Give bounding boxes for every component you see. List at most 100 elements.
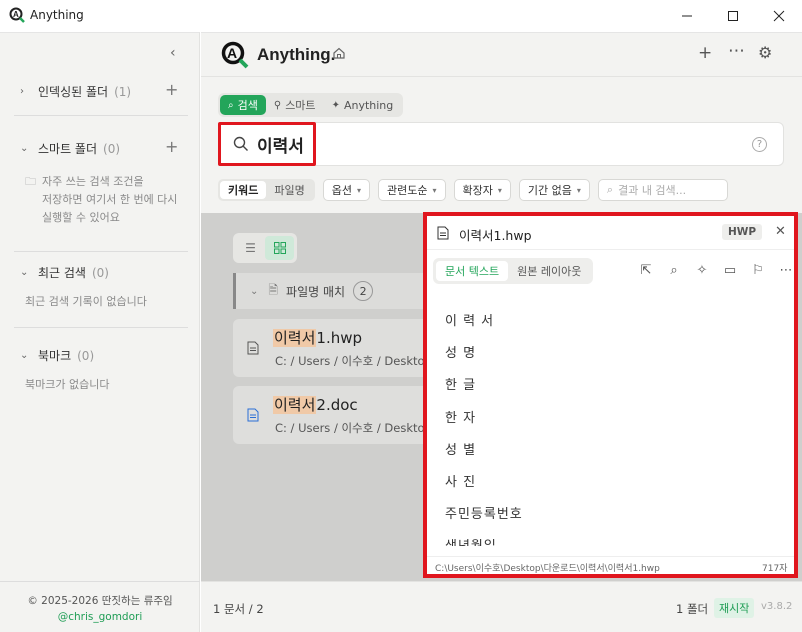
extension-dropdown[interactable]: 확장자 ▾	[453, 179, 511, 201]
comment-icon[interactable]: ▭	[716, 263, 744, 278]
logo-text: Anything.	[257, 45, 336, 64]
within-placeholder: 결과 내 검색...	[618, 184, 687, 197]
chevron-down-icon: ▾	[576, 185, 581, 195]
options-dropdown[interactable]: 옵션 ▾	[322, 179, 371, 201]
folder-count: 1 폴더	[676, 602, 709, 616]
sidebar-section-recent-searches[interactable]: ⌄ 최근 검색 (0)	[20, 264, 109, 281]
file-path: C: / Users / 이수호 / Deskto	[275, 354, 425, 368]
match-type-toggle: 키워드 파일명	[218, 179, 315, 201]
hint-line: 저장하면 여기서 한 번에 다시	[42, 193, 178, 206]
section-count: (1)	[114, 84, 132, 99]
chevron-down-icon: ⌄	[20, 350, 29, 361]
preview-text: 이 력 서 성 명 한 글 한 자 성 별 사 진 주민등록번호 생년월일	[445, 306, 775, 546]
app-logo-icon: A	[9, 7, 25, 23]
bookmark-empty-text: 북마크가 없습니다	[25, 378, 110, 391]
sparkle-icon[interactable]: ✧	[688, 263, 716, 278]
maximize-button[interactable]	[710, 0, 756, 32]
divider	[201, 76, 802, 77]
group-label: 파일명 매치	[286, 284, 346, 299]
document-icon	[437, 226, 449, 240]
close-icon	[773, 10, 785, 22]
text-line: 한 글	[445, 378, 477, 394]
bookmark-icon[interactable]: ⚐	[744, 263, 772, 278]
sidebar-section-indexed-folders[interactable]: › 인덱싱된 폴더 (1)	[20, 83, 131, 100]
more-icon[interactable]: ⋯	[728, 41, 745, 61]
search-icon[interactable]: ⌕	[660, 263, 688, 278]
title-bar: A Anything	[0, 0, 802, 32]
tab-document-text[interactable]: 문서 텍스트	[436, 261, 509, 281]
more-icon[interactable]: ⋯	[772, 263, 800, 278]
folder-icon: 🗀	[25, 175, 36, 188]
open-external-icon[interactable]: ⇱	[632, 263, 660, 278]
mode-switcher: ⌕ 검색 ⚲ 스마트 ✦ Anything	[218, 93, 404, 117]
sidebar-footer: © 2025-2026 딴짓하는 류주임 @chris_gomdori	[0, 581, 200, 632]
filename-toggle[interactable]: 파일명	[266, 181, 312, 199]
close-preview-icon[interactable]: ✕	[775, 224, 786, 239]
divider	[14, 327, 188, 328]
keyword-toggle[interactable]: 키워드	[220, 181, 267, 199]
minimize-icon	[682, 15, 692, 17]
add-icon[interactable]: +	[698, 43, 712, 63]
dropdown-label: 관련도순	[387, 184, 428, 197]
svg-text:A: A	[227, 45, 237, 61]
preview-header: 이력서1.hwp HWP ✕	[427, 216, 794, 250]
section-label: 인덱싱된 폴더	[38, 85, 109, 99]
list-view-icon[interactable]: ☰	[236, 236, 265, 260]
mode-smart-tab[interactable]: ⚲ 스마트	[266, 95, 324, 115]
text-line: 주민등록번호	[445, 507, 523, 523]
highlight-box	[218, 122, 316, 166]
preview-file-name: 이력서1.hwp	[459, 228, 532, 243]
sidebar-section-smart-folders[interactable]: ⌄ 스마트 폴더 (0)	[20, 140, 120, 157]
mode-label: 검색	[237, 99, 258, 112]
window-title: Anything	[30, 8, 84, 22]
chevron-down-icon: ⌄	[20, 143, 29, 154]
view-toggle: ☰	[233, 233, 297, 263]
close-window-button[interactable]	[756, 0, 802, 32]
chevron-down-icon: ▾	[497, 185, 502, 195]
section-label: 스마트 폴더	[38, 142, 98, 156]
recent-empty-text: 최근 검색 기록이 없습니다	[25, 295, 147, 308]
smart-folder-hint: 🗀 자주 쓰는 검색 조건을 저장하면 여기서 한 번에 다시 실행할 수 있어…	[25, 173, 177, 227]
minimize-button[interactable]	[664, 0, 710, 32]
restart-button[interactable]: 재시작	[714, 598, 755, 618]
mode-search-tab[interactable]: ⌕ 검색	[220, 95, 266, 115]
file-path: C: / Users / 이수호 / Deskto	[275, 421, 425, 435]
chevron-down-icon: ⌄	[250, 285, 259, 297]
help-icon[interactable]: ?	[752, 137, 767, 152]
mode-label: Anything	[343, 98, 394, 112]
author-link[interactable]: @chris_gomdori	[0, 611, 200, 623]
app-logo-icon: A	[221, 41, 249, 69]
mode-label: 스마트	[285, 99, 316, 112]
text-line: 생년월일	[445, 531, 775, 546]
sort-dropdown[interactable]: 관련도순 ▾	[378, 179, 446, 201]
tab-original-layout[interactable]: 원본 레이아웃	[508, 261, 590, 281]
filter-bar: 키워드 파일명 옵션 ▾ 관련도순 ▾ 확장자 ▾ 기간 없음 ▾ ⌕ 결과 내 검색.…	[218, 179, 728, 201]
chevron-right-icon: ›	[20, 86, 24, 97]
preview-footer: C:\Users\이수호\Desktop\다운로드\이력서\이력서1.hwp 7…	[427, 556, 794, 574]
add-smart-folder-button[interactable]: +	[165, 137, 178, 156]
search-within-input[interactable]: ⌕ 결과 내 검색...	[597, 179, 728, 201]
search-icon: ⌕	[228, 99, 234, 111]
home-icon[interactable]	[332, 46, 346, 60]
sidebar-section-bookmarks[interactable]: ⌄ 북마크 (0)	[20, 347, 94, 364]
document-icon: 🗎	[268, 282, 279, 297]
maximize-icon	[728, 11, 738, 21]
mode-anything-tab[interactable]: ✦ Anything	[324, 95, 402, 115]
date-range-dropdown[interactable]: 기간 없음 ▾	[518, 179, 590, 201]
magic-wand-icon: ⚲	[273, 99, 282, 111]
text-line: 성 명	[445, 346, 477, 362]
svg-text:A: A	[13, 10, 19, 19]
grid-view-icon[interactable]	[265, 236, 294, 260]
chevron-down-icon: ⌄	[20, 267, 29, 278]
divider	[14, 251, 188, 252]
dropdown-label: 확장자	[462, 184, 493, 197]
preview-file-path: C:\Users\이수호\Desktop\다운로드\이력서\이력서1.hwp	[435, 564, 660, 574]
header: A Anything. + ⋯ ⚙	[201, 33, 802, 77]
collapse-sidebar-icon[interactable]: ‹	[170, 45, 176, 61]
section-count: (0)	[91, 265, 109, 280]
sparkle-icon: ✦	[331, 99, 340, 111]
gear-icon[interactable]: ⚙	[758, 43, 772, 62]
search-input[interactable]	[257, 131, 737, 157]
word-document-icon	[247, 408, 259, 422]
add-indexed-folder-button[interactable]: +	[165, 80, 178, 99]
